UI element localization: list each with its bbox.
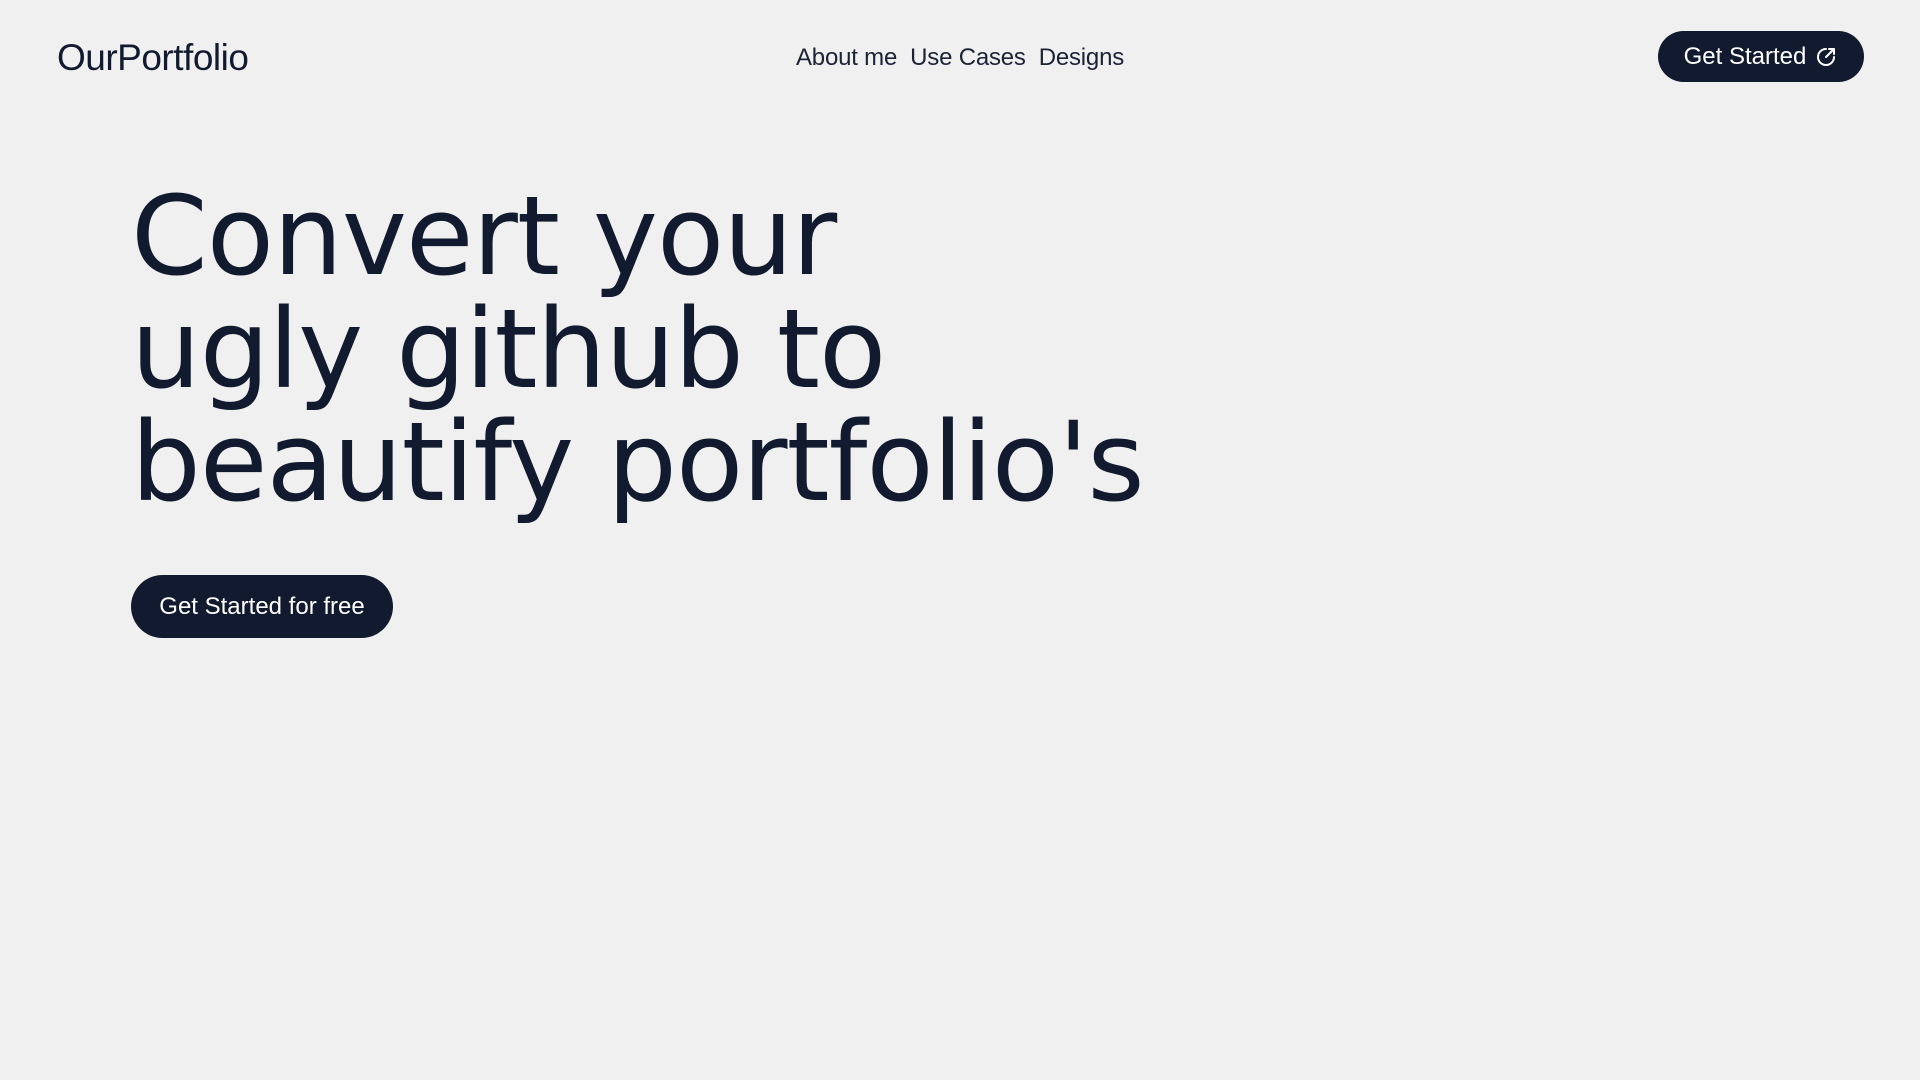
hero-title-line-2: ugly github to (131, 285, 886, 413)
main-nav: About me Use Cases Designs (796, 40, 1124, 76)
get-started-button[interactable]: Get Started (1658, 31, 1864, 82)
hero-title-line-1: Convert your (131, 172, 837, 300)
nav-link-use-cases[interactable]: Use Cases (910, 40, 1026, 76)
nav-link-about-me[interactable]: About me (796, 40, 897, 76)
hero-title-line-3: beautify portfolio's (131, 398, 1145, 526)
hero-section: Convert your ugly github to beautify por… (131, 172, 1145, 526)
get-started-free-button[interactable]: Get Started for free (131, 575, 393, 638)
site-logo[interactable]: OurPortfolio (57, 34, 249, 82)
site-header: OurPortfolio About me Use Cases Designs … (0, 0, 1920, 115)
nav-link-designs[interactable]: Designs (1039, 40, 1125, 76)
get-started-label: Get Started (1683, 42, 1807, 70)
external-link-icon (1814, 45, 1838, 69)
hero-title: Convert your ugly github to beautify por… (131, 172, 1145, 526)
